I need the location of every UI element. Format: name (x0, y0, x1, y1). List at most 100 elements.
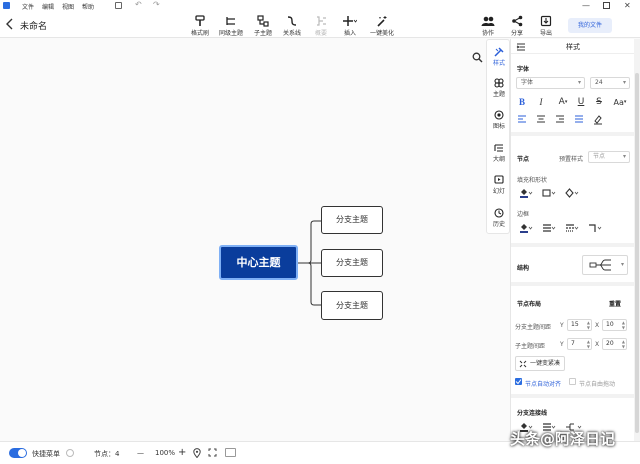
auto-align-checkbox[interactable] (515, 378, 522, 385)
tab-style[interactable]: 样式 (487, 47, 511, 77)
border-label: 边框 (517, 211, 530, 218)
paint-bucket-icon (520, 189, 533, 198)
outline-icon (494, 144, 503, 152)
history-icon (494, 208, 504, 218)
clear-format-icon[interactable] (592, 113, 604, 125)
font-family-select[interactable]: 字体 ▾ (516, 77, 585, 89)
tab-label: 大纲 (492, 156, 505, 163)
x-axis-label: X (595, 322, 600, 329)
preset-style-label: 预置样式 (559, 156, 584, 163)
fullscreen-icon[interactable] (208, 448, 217, 457)
align-justify-icon[interactable] (573, 113, 585, 125)
divider (511, 394, 634, 398)
node-section-title: 节点 (517, 156, 530, 163)
panel-title: 样式 (566, 43, 580, 51)
mindmap-structure-icon (589, 259, 611, 271)
free-drag-label: 节点自由拖动 (579, 381, 616, 388)
tab-history[interactable]: 历史 (487, 208, 511, 238)
structure-select[interactable]: ▾ (582, 255, 628, 275)
child-spacing-label: 子主题间距 (515, 343, 546, 350)
dash-style-icon (566, 224, 579, 232)
style-brush-icon (494, 47, 504, 57)
free-drag-checkbox[interactable] (569, 378, 576, 385)
tab-label: 图标 (492, 123, 505, 130)
underline-icon[interactable]: U (575, 96, 587, 108)
compact-layout-button[interactable]: 一键变紧凑 (515, 356, 565, 371)
style-panel: 样式 字体 字体 ▾ 24 ▾ B I A ▾ U S Aa ▾ 节点 预置样式 节点 ▾… (510, 39, 635, 441)
align-center-icon[interactable] (535, 113, 547, 125)
chevron-down-icon: ▾ (577, 79, 581, 86)
italic-icon[interactable]: I (535, 96, 547, 108)
zoom-in-button[interactable]: + (178, 447, 186, 458)
tab-icons[interactable]: 图标 (487, 110, 511, 140)
preset-style-select[interactable]: 节点 ▾ (588, 151, 630, 163)
stepper-icon[interactable]: ▲ ▼ (622, 339, 625, 349)
strikethrough-icon[interactable]: S (593, 96, 605, 108)
line-width-icon (543, 224, 556, 232)
theme-icon (494, 78, 504, 88)
rectangle-shape-icon (542, 189, 556, 197)
icon-library-icon (494, 110, 504, 120)
border-width-button[interactable] (540, 222, 558, 234)
align-right-icon[interactable] (554, 113, 566, 125)
chevron-down-icon: ▾ (620, 261, 624, 268)
bold-icon[interactable]: B (516, 96, 528, 108)
fill-shape-label: 填充和形状 (517, 177, 548, 184)
panel-scrollbar[interactable] (634, 39, 640, 441)
tab-outline[interactable]: 大纲 (487, 143, 511, 173)
scrollbar-thumb[interactable] (635, 73, 639, 433)
child-spacing-x-value: 20 (606, 340, 614, 347)
fill-color-button[interactable] (517, 187, 535, 199)
quick-menu-toggle[interactable] (9, 448, 27, 458)
center-topic-node[interactable]: 中心主题 (219, 245, 298, 280)
tab-slideshow[interactable]: 幻灯 (487, 175, 511, 205)
auto-align-label: 节点自动对齐 (525, 381, 562, 388)
font-section-title: 字体 (517, 66, 530, 73)
stepper-icon[interactable]: ▲ ▼ (622, 320, 625, 330)
diamond-shape-button[interactable] (563, 187, 581, 199)
slideshow-icon (494, 175, 504, 184)
tab-label: 幻灯 (492, 188, 505, 195)
divider (511, 282, 634, 286)
font-size-value: 24 (595, 79, 603, 86)
zoom-level[interactable]: 100% (155, 449, 175, 457)
border-corner-button[interactable] (586, 222, 604, 234)
branch-topic-node[interactable]: 分支主题 (321, 206, 383, 234)
quick-menu-label: 快捷菜单 (32, 450, 60, 458)
shape-button[interactable] (540, 187, 558, 199)
child-spacing-y-input[interactable]: 7 ▲ ▼ (567, 338, 592, 350)
branch-spacing-x-input[interactable]: 10 ▲ ▼ (602, 319, 627, 331)
y-axis-label: Y (560, 322, 564, 329)
border-color-button[interactable] (517, 222, 535, 234)
branch-topic-node[interactable]: 分支主题 (321, 249, 383, 277)
tab-label: 历史 (492, 221, 505, 228)
diamond-shape-icon (565, 188, 579, 198)
branch-topic-node[interactable]: 分支主题 (321, 291, 383, 320)
font-color-icon[interactable]: A ▾ (554, 96, 572, 108)
compact-layout-label: 一键变紧凑 (530, 360, 561, 367)
minimap-icon[interactable] (225, 448, 236, 457)
text-case-icon[interactable]: Aa ▾ (611, 96, 629, 108)
tab-theme[interactable]: 主题 (487, 78, 511, 108)
divider (511, 53, 635, 54)
reset-layout-button[interactable]: 重置 (609, 299, 621, 308)
child-spacing-y-value: 7 (571, 340, 575, 347)
structure-label: 结构 (517, 265, 530, 272)
border-dash-button[interactable] (563, 222, 581, 234)
paint-bucket-icon (520, 224, 533, 233)
branch-spacing-y-input[interactable]: 15 ▲ ▼ (567, 319, 592, 331)
zoom-out-button[interactable]: — (137, 449, 144, 457)
connector-line (298, 220, 321, 264)
layout-section-title: 节点布局 (517, 301, 542, 308)
stepper-icon[interactable]: ▲ ▼ (587, 339, 590, 349)
stepper-icon[interactable]: ▲ ▼ (587, 320, 590, 330)
font-family-value: 字体 (521, 79, 534, 86)
tab-label: 样式 (492, 60, 505, 67)
locate-icon[interactable] (193, 448, 201, 458)
font-size-select[interactable]: 24 ▾ (590, 77, 630, 89)
help-icon[interactable] (66, 449, 74, 457)
child-spacing-x-input[interactable]: 20 ▲ ▼ (602, 338, 627, 350)
chevron-down-icon: ▾ (622, 79, 626, 86)
align-left-icon[interactable] (516, 113, 528, 125)
compress-icon (519, 360, 527, 368)
